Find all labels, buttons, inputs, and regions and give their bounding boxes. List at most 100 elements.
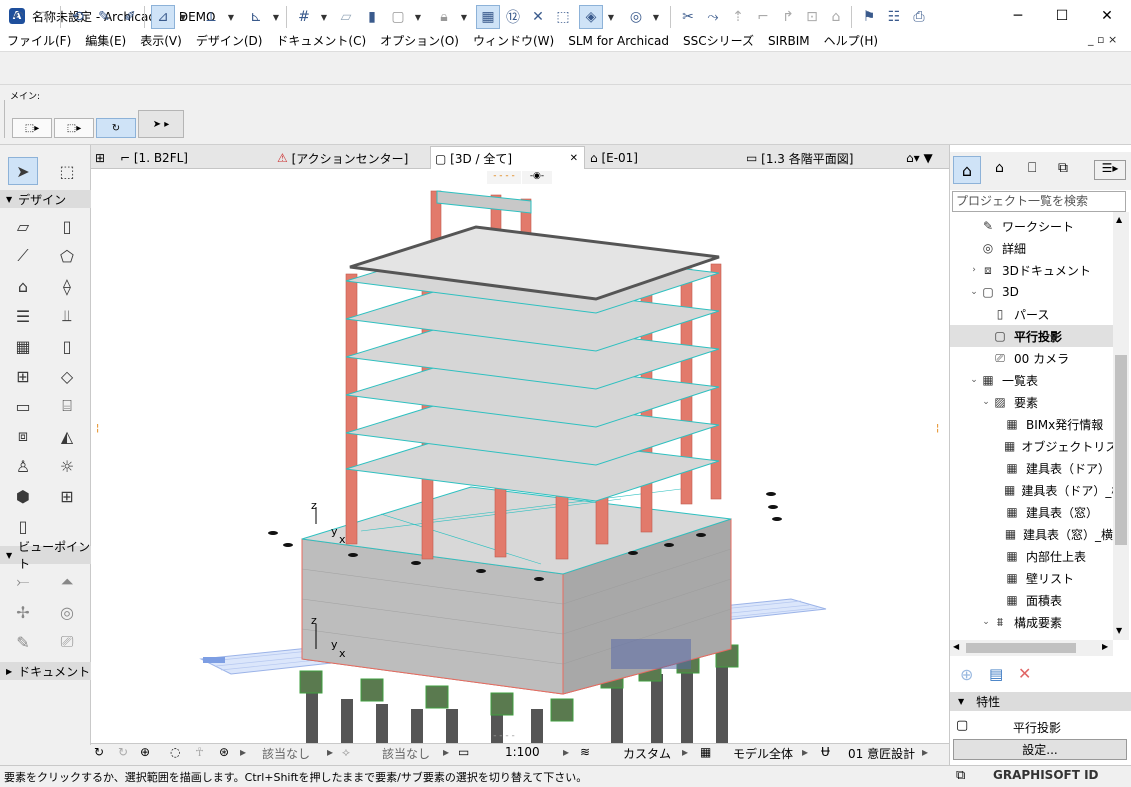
close-button[interactable]: ✕ xyxy=(1084,0,1130,31)
navigator-menu-icon[interactable]: ☰▸ xyxy=(1094,160,1126,180)
menu-ssc[interactable]: SSCシリーズ xyxy=(676,31,761,51)
nav-dropdown[interactable]: ▸ xyxy=(327,745,333,759)
numbers-icon[interactable]: ⑫ xyxy=(501,5,525,29)
stair-tool-icon[interactable]: ☰ xyxy=(8,302,38,330)
tree-item-object-list[interactable]: ▦ オブジェクトリスト xyxy=(950,435,1113,457)
graphisoft-id-link[interactable]: GRAPHISOFT ID xyxy=(993,768,1099,782)
tree-item-window-schedule-horizontal[interactable]: ▦ 建具表（窓）_横 xyxy=(950,523,1113,545)
beam-tool-icon[interactable]: ⟋ xyxy=(8,242,38,270)
zoom-icon[interactable]: ⊕ xyxy=(140,745,150,759)
redo-icon[interactable]: ↷ xyxy=(32,5,56,29)
shell-tool-icon[interactable]: ⟠ xyxy=(52,272,82,300)
elevation-tool-icon[interactable]: ⏶ xyxy=(52,568,82,596)
lock-dropdown[interactable]: ▼ xyxy=(458,5,470,29)
edit-plane-dropdown[interactable]: ▼ xyxy=(270,5,282,29)
nav-dropdown[interactable]: ▸ xyxy=(922,745,928,759)
nav-dropdown[interactable]: ▸ xyxy=(802,745,808,759)
add-view-icon[interactable]: ⊕ xyxy=(960,665,973,684)
tree-item-bimx[interactable]: ▦ BIMx発行情報 xyxy=(950,413,1113,435)
morph-tool-icon[interactable]: ◭ xyxy=(52,422,82,450)
section-tool-icon[interactable]: ⤚ xyxy=(8,568,38,596)
undo-zoom-value[interactable]: 該当なし xyxy=(262,745,310,762)
walk-icon[interactable]: ☥ xyxy=(195,745,204,759)
tree-item-interior-finish[interactable]: ▦ 内部仕上表 xyxy=(950,545,1113,567)
marquee-mode-icon[interactable]: ⬚▸ xyxy=(54,118,94,138)
roof-icon[interactable]: ⌂ xyxy=(824,5,848,29)
arrow-tool-icon[interactable]: ➤ xyxy=(8,157,38,185)
selection-method-icon[interactable]: ⬚▸ xyxy=(12,118,52,138)
tree-item-door-schedule-horizontal[interactable]: ▦ 建具表（ドア）_横 xyxy=(950,479,1113,501)
expanded-chevron-icon[interactable]: ⌄ xyxy=(968,375,980,385)
tab-e01[interactable]: ⌂ [E-01] xyxy=(590,148,740,168)
fillet-icon[interactable]: ↱ xyxy=(776,5,800,29)
nav-dropdown[interactable]: ▸ xyxy=(563,745,569,759)
snap-guides-dropdown[interactable]: ▼ xyxy=(225,5,237,29)
slab-icon[interactable]: ▱ xyxy=(334,5,358,29)
syringe-icon[interactable]: ✐ xyxy=(118,5,142,29)
3d-view-icon[interactable]: ◈ xyxy=(579,5,603,29)
camera-tool-icon[interactable]: ⎚ xyxy=(52,628,82,656)
menu-edit[interactable]: 編集(E) xyxy=(78,31,133,51)
tab-action-center[interactable]: ⚠ [アクションセンター] xyxy=(277,148,427,168)
tree-item-window-schedule[interactable]: ▦ 建具表（窓） xyxy=(950,501,1113,523)
tab-b2fl[interactable]: ⌐ [1. B2FL] xyxy=(120,148,270,168)
tree-item-elements[interactable]: ⌄ ▨ 要素 xyxy=(950,391,1113,413)
skylight-tool-icon[interactable]: ◇ xyxy=(52,362,82,390)
redo-view-icon[interactable]: ↻ xyxy=(118,745,128,759)
right-edge-marker[interactable]: ¦ xyxy=(936,423,944,453)
publisher-sets-icon[interactable]: ⧉ xyxy=(1058,160,1068,176)
expanded-chevron-icon[interactable]: ⌄ xyxy=(980,397,992,407)
layout-icon[interactable]: ▦ xyxy=(476,5,500,29)
railing-tool-icon[interactable]: ⫫ xyxy=(52,302,82,330)
menu-view[interactable]: 表示(V) xyxy=(133,31,189,51)
panel-tool-icon[interactable]: ▯ xyxy=(8,512,38,540)
minimize-button[interactable]: ─ xyxy=(995,0,1041,31)
elevate-icon[interactable]: ⇡ xyxy=(726,5,750,29)
interior-elevation-tool-icon[interactable]: ✢ xyxy=(8,598,38,626)
h-scrollbar-thumb[interactable] xyxy=(966,643,1076,653)
object-tool-icon[interactable]: ♙ xyxy=(8,452,38,480)
nav-dropdown[interactable]: ▸ xyxy=(682,745,688,759)
wall-icon[interactable]: ▮ xyxy=(360,5,384,29)
lamp-tool-icon[interactable]: ☼ xyxy=(52,452,82,480)
scale-value[interactable]: 1:100 xyxy=(505,745,540,759)
slab-tool-icon[interactable]: ⬠ xyxy=(52,242,82,270)
layer-set-value[interactable]: 01 意匠設計 xyxy=(848,745,915,762)
pen-set-value[interactable]: カスタム xyxy=(623,745,671,762)
split-icon[interactable]: ⊡ xyxy=(800,5,824,29)
scroll-left-icon[interactable]: ◀ xyxy=(953,642,959,651)
tree-item-3d[interactable]: ⌄ ▢ 3D xyxy=(950,281,1113,303)
menu-file[interactable]: ファイル(F) xyxy=(0,31,78,51)
roof-tool-icon[interactable]: ⌂ xyxy=(8,272,38,300)
column-tool-icon[interactable]: ▯ xyxy=(52,212,82,240)
grid-element-tool-icon[interactable]: ⊞ xyxy=(52,482,82,510)
pick-up-parameters-icon[interactable]: ⟲ xyxy=(66,5,90,29)
mesh-tool-icon[interactable]: ⧈ xyxy=(8,422,38,450)
guide-lines-dropdown[interactable]: ▼ xyxy=(177,5,189,29)
edit-plane-icon[interactable]: ⊾ xyxy=(244,5,268,29)
intersect-icon[interactable]: ⌐ xyxy=(751,5,775,29)
nav-dropdown[interactable]: ▸ xyxy=(443,745,449,759)
tree-item-worksheet[interactable]: ✎ ワークシート xyxy=(950,215,1113,237)
tree-item-camera[interactable]: ⎚ 00 カメラ xyxy=(950,347,1113,369)
tree-item-perspective[interactable]: ▯ パース xyxy=(950,303,1113,325)
flag-icon[interactable]: ⚑ xyxy=(857,5,881,29)
detail-tool-icon[interactable]: ✎ xyxy=(8,628,38,656)
grid-snap-icon[interactable]: # xyxy=(292,5,316,29)
scrollbar-thumb[interactable] xyxy=(1115,355,1127,545)
3d-viewport[interactable]: z y x z y x xyxy=(91,169,949,744)
project-search-input[interactable]: プロジェクト一覧を検索 xyxy=(952,191,1126,212)
toolbox-design-header[interactable]: ▼ デザイン xyxy=(0,190,91,208)
marquee-icon[interactable]: ⬚ xyxy=(551,5,575,29)
snap-guides-icon[interactable]: ⟂ xyxy=(199,5,223,29)
toolbox-document-header[interactable]: ▶ ドキュメント xyxy=(0,662,91,680)
lock-icon[interactable]: 🔒︎ xyxy=(432,5,456,29)
bimcloud-icon[interactable]: ⎙ xyxy=(907,5,931,29)
tree-item-area-table[interactable]: ▦ 面積表 xyxy=(950,589,1113,611)
menu-design[interactable]: デザイン(D) xyxy=(189,31,270,51)
mdi-controls[interactable]: _ ▫ × xyxy=(1088,33,1117,46)
graphic-override-value[interactable]: 該当なし xyxy=(382,745,430,762)
expanded-chevron-icon[interactable]: ⌄ xyxy=(980,617,992,627)
issue-list-icon[interactable]: ☷ xyxy=(882,5,906,29)
layout-book-icon[interactable]: ⎕ xyxy=(1028,160,1036,176)
